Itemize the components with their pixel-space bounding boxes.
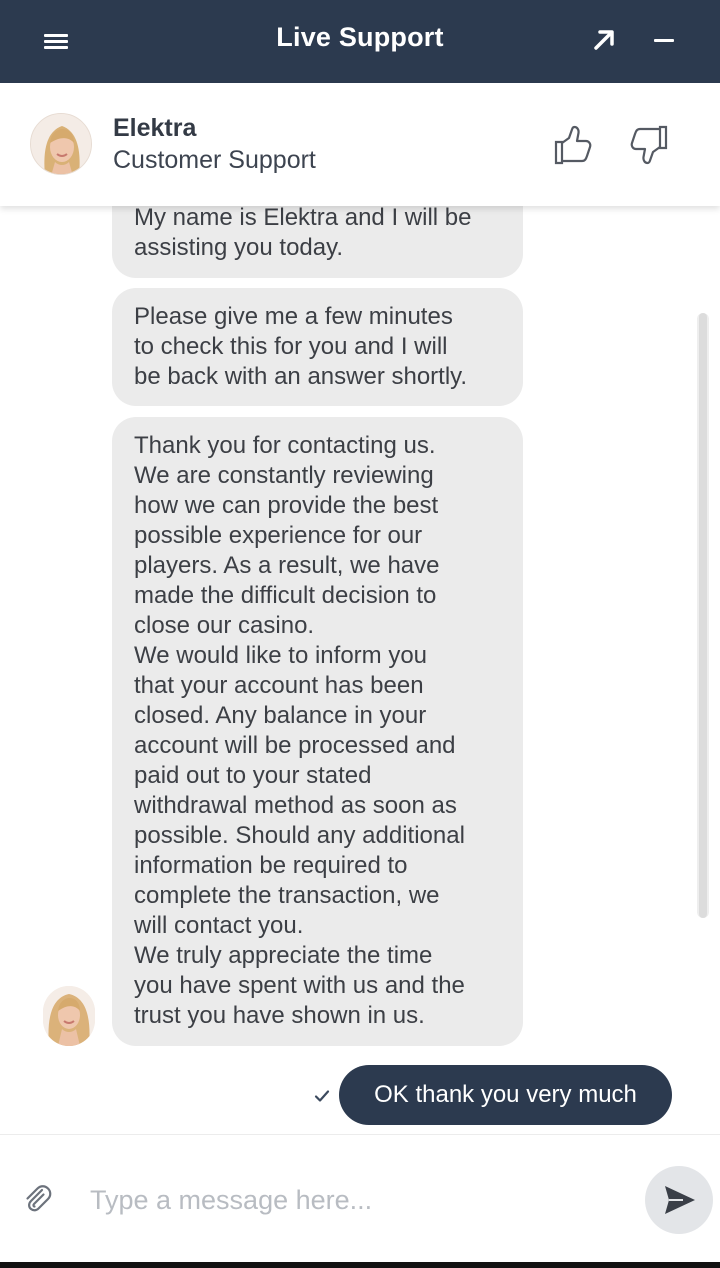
agent-avatar-image xyxy=(43,986,95,1046)
message-input[interactable] xyxy=(90,1175,620,1225)
agent-avatar-image xyxy=(31,114,91,174)
checkmark-icon xyxy=(314,1090,330,1102)
arrow-up-right-icon xyxy=(594,30,614,50)
agent-message-avatar xyxy=(43,986,95,1046)
agent-header: Elektra Customer Support xyxy=(0,83,720,206)
thumbs-up-icon xyxy=(554,125,592,165)
user-message-bubble: OK thank you very much xyxy=(339,1065,672,1125)
message-list: My name is Elektra and I will be assisti… xyxy=(0,206,720,1134)
top-bar: Live Support xyxy=(0,0,720,83)
bottom-edge xyxy=(0,1262,720,1268)
paperclip-icon xyxy=(26,1185,52,1212)
scrollbar-thumb[interactable] xyxy=(699,313,707,918)
message-composer xyxy=(0,1134,720,1262)
rate-positive-button[interactable] xyxy=(548,121,596,169)
rate-negative-button[interactable] xyxy=(626,121,674,169)
minimize-button[interactable] xyxy=(648,24,680,56)
thumbs-down-icon xyxy=(630,125,668,165)
send-icon xyxy=(665,1186,695,1214)
expand-button[interactable] xyxy=(588,24,620,56)
minus-icon xyxy=(654,39,674,42)
agent-avatar xyxy=(30,113,92,175)
agent-message-bubble: My name is Elektra and I will be assisti… xyxy=(112,206,523,278)
agent-role: Customer Support xyxy=(113,146,316,174)
send-button[interactable] xyxy=(645,1166,713,1234)
attach-button[interactable] xyxy=(20,1181,54,1215)
agent-message-bubble: Thank you for contacting us. We are cons… xyxy=(112,417,523,1046)
live-support-chat: Live Support Elektra Customer Support My… xyxy=(0,0,720,1268)
agent-name: Elektra xyxy=(113,114,197,142)
agent-message-bubble: Please give me a few minutes to check th… xyxy=(112,288,523,406)
